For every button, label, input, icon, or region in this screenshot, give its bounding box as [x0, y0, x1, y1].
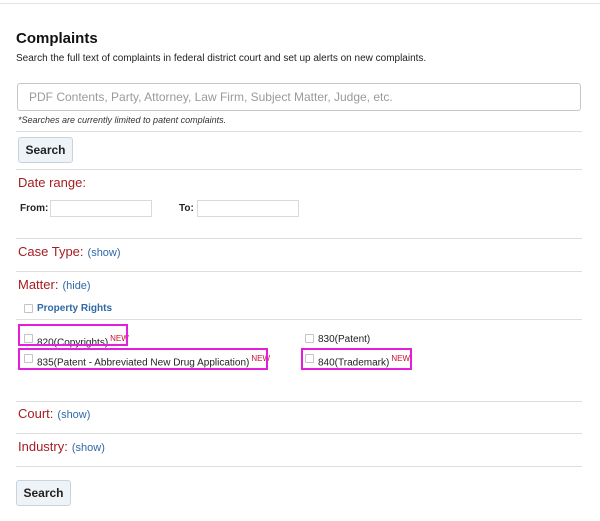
page-subtitle: Search the full text of complaints in fe… [16, 53, 427, 64]
copyrights-label: 820(Copyrights) [37, 337, 109, 349]
case-type-title: Case Type: [18, 244, 84, 259]
divider [16, 238, 582, 239]
copyrights-checkbox[interactable] [24, 334, 33, 343]
property-rights-checkbox[interactable] [24, 304, 33, 313]
court-section: Court: (show) [18, 406, 90, 421]
property-rights-label: Property Rights [37, 303, 113, 314]
trademark-option: 840(Trademark) NEW [318, 354, 410, 368]
divider [16, 401, 582, 402]
divider [16, 319, 582, 320]
search-box [17, 83, 581, 111]
court-title: Court: [18, 406, 54, 421]
trademark-checkbox[interactable] [305, 354, 314, 363]
search-button-top[interactable]: Search [18, 137, 73, 163]
to-date-input[interactable] [197, 200, 299, 217]
new-badge: NEW [391, 354, 410, 363]
divider [16, 271, 582, 272]
search-note: *Searches are currently limited to paten… [18, 115, 227, 125]
divider [16, 169, 582, 170]
patent-checkbox[interactable] [305, 334, 314, 343]
top-rule [0, 3, 600, 4]
from-date-input[interactable] [50, 200, 152, 217]
case-type-section: Case Type: (show) [18, 244, 121, 259]
new-badge: NEW [251, 354, 271, 363]
court-toggle[interactable]: (show) [57, 409, 90, 421]
anda-checkbox[interactable] [24, 354, 33, 363]
date-range-title: Date range: [18, 175, 86, 190]
anda-label: 835(Patent - Abbreviated New Drug Applic… [37, 357, 250, 369]
case-type-toggle[interactable]: (show) [88, 247, 121, 259]
page-title: Complaints [16, 30, 98, 47]
copyrights-option: 820(Copyrights) NEW [37, 334, 129, 348]
industry-section: Industry: (show) [18, 439, 105, 454]
new-badge: NEW [110, 334, 129, 343]
matter-section: Matter: (hide) [18, 277, 91, 292]
patent-label: 830(Patent) [318, 334, 371, 345]
matter-toggle[interactable]: (hide) [62, 280, 90, 292]
divider [16, 131, 582, 132]
industry-title: Industry: [18, 439, 68, 454]
anda-option: 835(Patent - Abbreviated New Drug Applic… [37, 354, 270, 368]
search-input[interactable] [18, 84, 580, 110]
search-button-bottom[interactable]: Search [16, 480, 71, 506]
to-label: To: [179, 203, 194, 214]
industry-toggle[interactable]: (show) [72, 442, 105, 454]
trademark-label: 840(Trademark) [318, 357, 390, 369]
from-label: From: [20, 203, 49, 214]
patent-option: 830(Patent) [318, 334, 370, 345]
divider [16, 466, 582, 467]
divider [16, 433, 582, 434]
matter-title: Matter: [18, 277, 59, 292]
